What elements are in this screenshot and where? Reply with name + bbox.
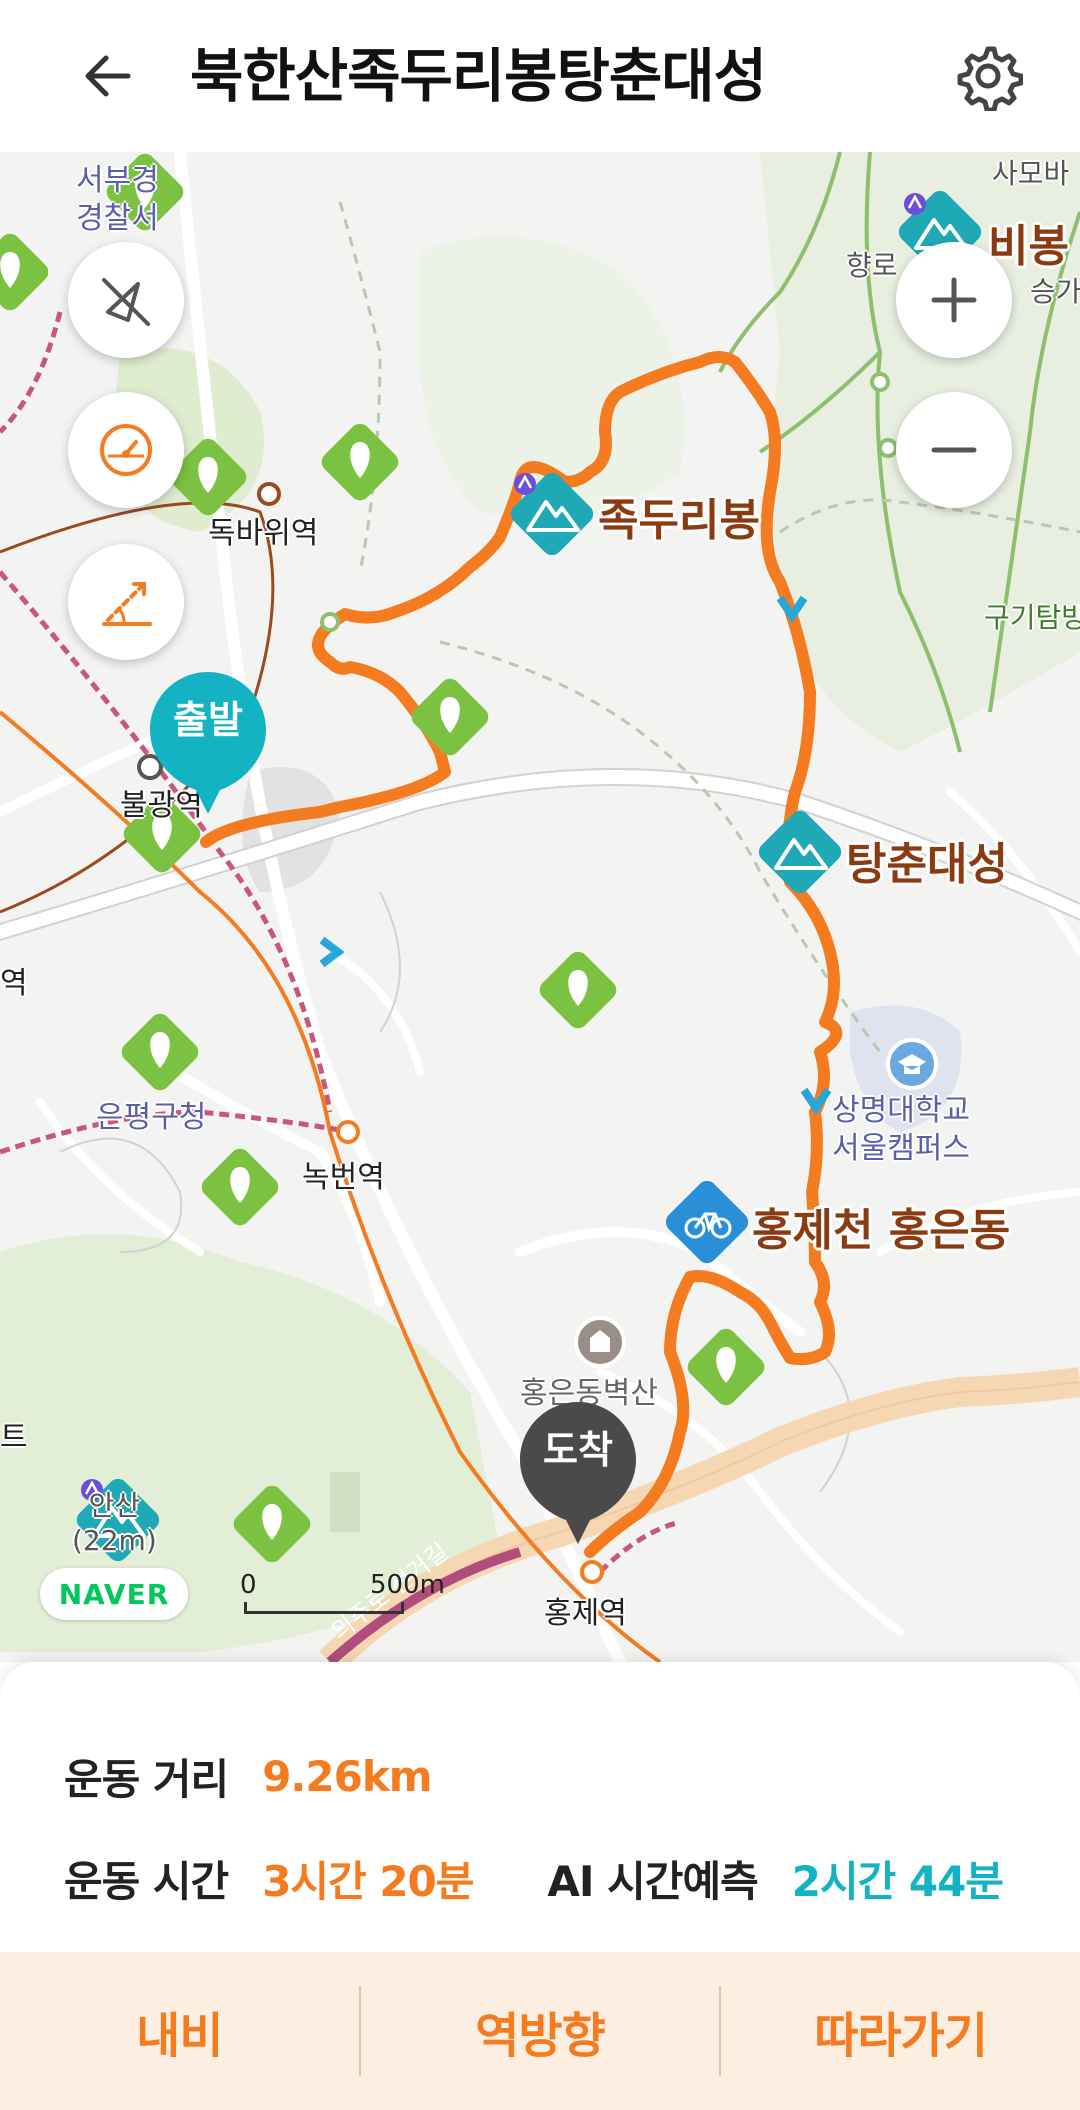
zoom-out-button[interactable] xyxy=(896,392,1012,508)
label-ansan: 안산 (22m) xyxy=(72,1489,157,1557)
time-row: 운동 시간 3시간 20분 AI 시간예측 2시간 44분 xyxy=(64,1848,1004,1908)
label-jokduribong: 족두리봉 xyxy=(598,495,760,546)
label-hongjecheon: 홍제천 홍은동 xyxy=(752,1205,1011,1256)
minus-icon xyxy=(931,447,977,453)
ai-time-label: AI 시간예측 xyxy=(547,1856,758,1906)
start-pin[interactable]: 출발 xyxy=(144,668,272,818)
back-button[interactable] xyxy=(70,38,146,114)
start-pin-label: 출발 xyxy=(173,698,243,742)
app-header: 북한산족두리봉탕춘대성 xyxy=(0,0,1080,152)
arrow-left-icon xyxy=(85,55,131,97)
time-value: 3시간 20분 xyxy=(262,1856,474,1906)
map-view[interactable]: 서부경 경찰서 비봉 사모바 향로 승가 족두리봉 독바위역 구기탐방 불광역 … xyxy=(0,152,1080,1662)
slope-icon xyxy=(102,582,152,626)
label-hongje-station: 홍제역 xyxy=(544,1596,627,1631)
label-bl-edge: 트 xyxy=(0,1420,28,1455)
zoom-in-button[interactable] xyxy=(896,242,1012,358)
compass-off-icon xyxy=(102,278,150,326)
slope-button[interactable] xyxy=(68,544,184,660)
scale-bar xyxy=(244,1602,404,1614)
reverse-button[interactable]: 역방향 xyxy=(361,1952,720,2110)
end-pin[interactable]: 도착 xyxy=(514,1398,642,1548)
scale-distance: 500m xyxy=(370,1570,445,1600)
speedometer-icon xyxy=(100,424,152,476)
label-tangchundaeseong: 탕춘대성 xyxy=(846,839,1008,890)
distance-label: 운동 거리 xyxy=(64,1754,229,1804)
route-info-panel: 운동 거리 9.26km 운동 시간 3시간 20분 AI 시간예측 2시간 4… xyxy=(0,1662,1080,1952)
speed-button[interactable] xyxy=(68,392,184,508)
label-dokbawi-station: 독바위역 xyxy=(208,516,319,551)
label-eunpyeong-office: 은평구청 xyxy=(96,1100,207,1135)
map-scale: 0 500m xyxy=(240,1570,445,1620)
label-guragi: 구기탐방 xyxy=(984,601,1080,634)
time-label: 운동 시간 xyxy=(64,1856,229,1906)
distance-row: 운동 거리 9.26km xyxy=(64,1746,433,1806)
naver-logo: NAVER xyxy=(40,1568,188,1620)
label-sangmyung-univ: 상명대학교 서울캠퍼스 xyxy=(832,1093,970,1166)
page-title: 북한산족두리봉탕춘대성 xyxy=(190,42,767,110)
label-seung: 승가 xyxy=(1030,275,1080,308)
label-saboi: 사모바 xyxy=(992,157,1070,190)
distance-value: 9.26km xyxy=(262,1751,432,1801)
plus-icon xyxy=(931,277,977,323)
compass-off-button[interactable] xyxy=(68,242,184,358)
action-bar: 내비 역방향 따라가기 xyxy=(0,1952,1080,2110)
label-police: 서부경 경찰서 xyxy=(76,163,159,236)
label-hyangno: 향로 xyxy=(846,249,898,282)
gear-icon xyxy=(957,46,1023,111)
ai-time-value: 2시간 44분 xyxy=(791,1856,1004,1906)
navi-button[interactable]: 내비 xyxy=(0,1952,359,2110)
end-pin-label: 도착 xyxy=(543,1428,613,1472)
scale-zero: 0 xyxy=(240,1570,257,1600)
settings-button[interactable] xyxy=(948,36,1028,116)
label-tl-edge: 역 xyxy=(0,966,28,1001)
follow-button[interactable]: 따라가기 xyxy=(721,1952,1080,2110)
label-nokbeon-station: 녹번역 xyxy=(302,1160,385,1195)
